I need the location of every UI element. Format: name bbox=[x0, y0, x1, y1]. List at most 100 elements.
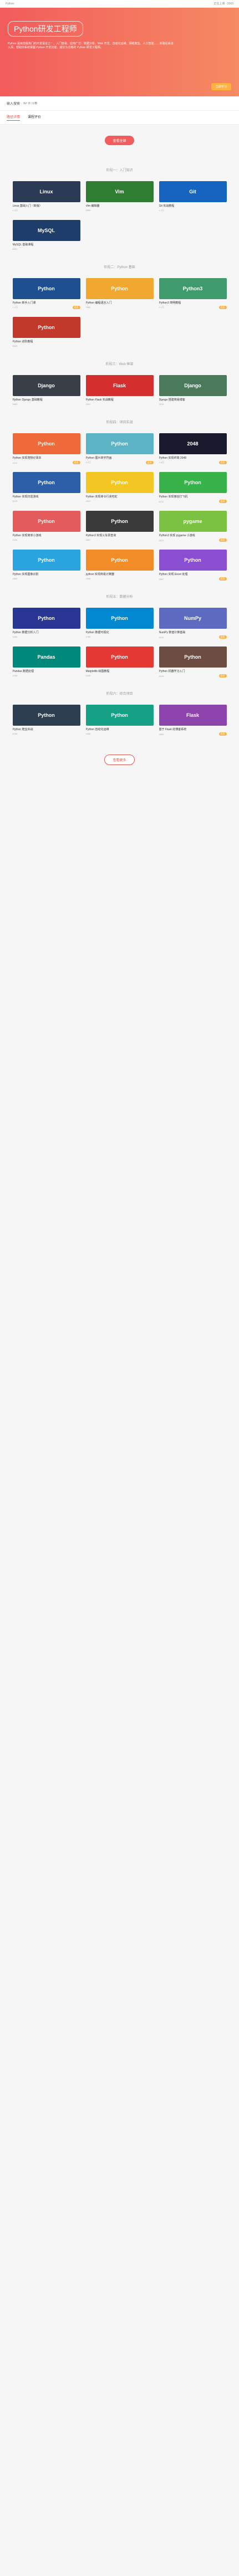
course-title[interactable]: Python 实现扫雷游戏 bbox=[13, 495, 80, 499]
course-title[interactable]: Matplotlib 绘图教程 bbox=[86, 669, 154, 673]
course-card[interactable]: Python Python 实现宠物记事本 4211 会员 bbox=[12, 433, 80, 466]
course-card[interactable]: Python Python 机器学习入门 5123 会员 bbox=[159, 646, 227, 680]
course-title[interactable]: Python 新手入门课 bbox=[13, 301, 80, 305]
course-title[interactable]: Python3 实现火车票查询 bbox=[86, 533, 154, 537]
course-title[interactable]: Python 编程语言入门 bbox=[86, 301, 154, 305]
course-card[interactable]: 2048 Python 实现终端 2048 1.8万 会员 bbox=[159, 433, 227, 466]
course-title[interactable]: Python Django 基础教程 bbox=[13, 398, 80, 402]
course-title[interactable]: Python 图片转字符画 bbox=[86, 456, 154, 460]
course-thumbnail[interactable]: Python bbox=[12, 608, 80, 629]
course-thumbnail[interactable]: Python bbox=[85, 550, 154, 571]
course-thumbnail[interactable]: Python bbox=[85, 705, 154, 726]
course-thumbnail[interactable]: MySQL bbox=[12, 220, 80, 241]
course-card[interactable]: Python Python 编程语言入门 7682 bbox=[85, 278, 154, 311]
load-more-button[interactable]: 查看更多 bbox=[104, 755, 135, 765]
course-card[interactable]: Python Python 实现 Excel 处理 2567 会员 bbox=[159, 550, 227, 583]
course-card[interactable]: Python3 Python3 简明教程 2.1万 会员 bbox=[159, 278, 227, 311]
course-title[interactable]: Python 进阶教程 bbox=[13, 340, 80, 343]
course-thumbnail[interactable]: Python bbox=[85, 278, 154, 299]
course-thumbnail[interactable]: Python bbox=[85, 511, 154, 532]
course-thumbnail[interactable]: Python bbox=[85, 646, 154, 668]
course-thumbnail[interactable]: Python bbox=[159, 550, 227, 571]
course-title[interactable]: Python 实现图像识别 bbox=[13, 572, 80, 576]
course-title[interactable]: NumPy 数值计算基础 bbox=[159, 630, 227, 634]
course-thumbnail[interactable]: Python bbox=[85, 433, 154, 454]
course-title[interactable]: Python Flask 实战教程 bbox=[86, 398, 154, 402]
course-title[interactable]: Git 实战教程 bbox=[159, 204, 227, 208]
course-card[interactable]: pygame Python3 实现 pygame 小游戏 3321 会员 bbox=[159, 511, 227, 544]
course-title[interactable]: 基于 Flask 的博客系统 bbox=[159, 727, 227, 731]
course-card[interactable]: Python Python 新手入门课 1.1万 会员 bbox=[12, 278, 80, 311]
course-thumbnail[interactable]: Python bbox=[85, 608, 154, 629]
course-title[interactable]: Python 实现命令行贪吃蛇 bbox=[86, 495, 154, 499]
course-title[interactable]: Python3 实现 pygame 小游戏 bbox=[159, 533, 227, 537]
course-card[interactable]: Python Python 数据分析入门 3456 bbox=[12, 608, 80, 641]
course-thumbnail[interactable]: Python bbox=[12, 705, 80, 726]
course-title[interactable]: Python 实现简单小游戏 bbox=[13, 533, 80, 537]
course-card[interactable]: Python Matplotlib 绘图教程 2345 bbox=[85, 646, 154, 680]
tab-course-reviews[interactable]: 课程评价 bbox=[28, 114, 41, 121]
course-title[interactable]: Python 机器学习入门 bbox=[159, 669, 227, 673]
course-title[interactable]: Vim 编辑器 bbox=[86, 204, 154, 208]
course-card[interactable]: Python Python 图片转字符画 3.2万 会员 bbox=[85, 433, 154, 466]
course-card[interactable]: Python Python 实现简单小游戏 2134 bbox=[12, 511, 80, 544]
course-thumbnail[interactable]: Django bbox=[159, 375, 227, 396]
course-title[interactable]: Linux 基础入门（新版） bbox=[13, 204, 80, 208]
course-card[interactable]: Flask 基于 Flask 的博客系统 2890 会员 bbox=[159, 705, 227, 738]
course-thumbnail[interactable]: Python bbox=[12, 433, 80, 454]
course-thumbnail[interactable]: Python bbox=[85, 472, 154, 493]
course-title[interactable]: MySQL 基础课程 bbox=[13, 243, 80, 247]
course-thumbnail[interactable]: 2048 bbox=[159, 433, 227, 454]
course-card[interactable]: Django Django 搭建简易博客 3210 bbox=[159, 375, 227, 408]
course-thumbnail[interactable]: Python bbox=[159, 472, 227, 493]
course-thumbnail[interactable]: pygame bbox=[159, 511, 227, 532]
search-input[interactable] bbox=[23, 101, 232, 105]
course-card[interactable]: Flask Python Flask 实战教程 4521 bbox=[85, 375, 154, 408]
course-thumbnail[interactable]: Python bbox=[12, 472, 80, 493]
course-thumbnail[interactable]: NumPy bbox=[159, 608, 227, 629]
course-card[interactable]: Python Python3 实现火车票查询 4567 bbox=[85, 511, 154, 544]
course-title[interactable]: Python3 简明教程 bbox=[159, 301, 227, 305]
course-card[interactable]: Python Python 自动化运维 3456 bbox=[85, 705, 154, 738]
course-title[interactable]: Python 数据分析入门 bbox=[13, 630, 80, 634]
course-thumbnail[interactable]: Python bbox=[12, 278, 80, 299]
course-thumbnail[interactable]: Python bbox=[12, 317, 80, 338]
course-thumbnail[interactable]: Python bbox=[12, 550, 80, 571]
course-title[interactable]: Pandas 数据处理 bbox=[13, 669, 80, 673]
course-card[interactable]: Python Python 爬虫实战 6789 bbox=[12, 705, 80, 738]
view-all-button[interactable]: 查看全部 bbox=[105, 136, 134, 145]
course-title[interactable]: Python 爬虫实战 bbox=[13, 727, 80, 731]
course-title[interactable]: Python 实现宠物记事本 bbox=[13, 456, 80, 460]
start-learning-button[interactable]: 立即学习 bbox=[211, 83, 231, 90]
course-title[interactable]: Python 实现微信打飞机 bbox=[159, 495, 227, 499]
course-card[interactable]: Python python 实现简易计算器 1998 bbox=[85, 550, 154, 583]
course-thumbnail[interactable]: Django bbox=[12, 375, 80, 396]
tab-path-details[interactable]: 路径详情 bbox=[7, 114, 21, 121]
course-card[interactable]: NumPy NumPy 数值计算基础 4012 会员 bbox=[159, 608, 227, 641]
course-card[interactable]: Python Python 实现图像识别 2890 bbox=[12, 550, 80, 583]
course-card[interactable]: Python Python 进阶教程 6543 bbox=[12, 317, 80, 350]
course-title[interactable]: Python 实现 Excel 处理 bbox=[159, 572, 227, 576]
course-thumbnail[interactable]: Git bbox=[159, 181, 227, 202]
course-thumbnail[interactable]: Vim bbox=[85, 181, 154, 202]
course-card[interactable]: Pandas Pandas 数据处理 3789 bbox=[12, 646, 80, 680]
course-card[interactable]: Python Python 数据可视化 2789 bbox=[85, 608, 154, 641]
course-card[interactable]: Linux Linux 基础入门（新版） 1.3万 bbox=[12, 181, 80, 214]
course-title[interactable]: python 实现简易计算器 bbox=[86, 572, 154, 576]
course-thumbnail[interactable]: Flask bbox=[159, 705, 227, 726]
course-card[interactable]: Python Python 实现微信打飞机 6211 会员 bbox=[159, 472, 227, 505]
course-thumbnail[interactable]: Linux bbox=[12, 181, 80, 202]
course-card[interactable]: Python Python 实现命令行贪吃蛇 4321 bbox=[85, 472, 154, 505]
course-title[interactable]: Python 实现终端 2048 bbox=[159, 456, 227, 460]
course-card[interactable]: MySQL MySQL 基础课程 8921 bbox=[12, 220, 80, 253]
course-title[interactable]: Python 数据可视化 bbox=[86, 630, 154, 634]
course-thumbnail[interactable]: Python bbox=[12, 511, 80, 532]
course-thumbnail[interactable]: Python bbox=[159, 646, 227, 668]
course-title[interactable]: Python 自动化运维 bbox=[86, 727, 154, 731]
course-thumbnail[interactable]: Flask bbox=[85, 375, 154, 396]
course-card[interactable]: Python Python 实现扫雷游戏 5123 bbox=[12, 472, 80, 505]
course-card[interactable]: Django Python Django 基础教程 5689 bbox=[12, 375, 80, 408]
course-thumbnail[interactable]: Pandas bbox=[12, 646, 80, 668]
course-card[interactable]: Vim Vim 编辑器 9896 bbox=[85, 181, 154, 214]
course-card[interactable]: Git Git 实战教程 1.2万 bbox=[159, 181, 227, 214]
